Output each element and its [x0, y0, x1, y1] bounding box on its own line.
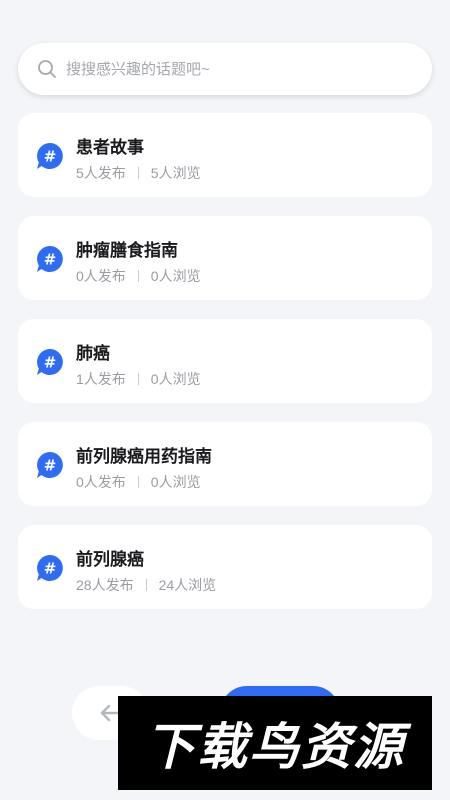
divider: [137, 476, 139, 488]
divider: [137, 270, 139, 282]
topic-post-count: 5人发布: [76, 165, 126, 181]
topic-view-count: 24人浏览: [158, 577, 217, 593]
topic-card[interactable]: # 前列腺癌用药指南 0人发布 0人浏览: [18, 422, 432, 506]
svg-text:#: #: [44, 560, 57, 578]
hashtag-icon: #: [37, 246, 63, 272]
topic-stats: 1人发布 0人浏览: [76, 369, 201, 389]
topic-post-count: 28人发布: [76, 577, 134, 593]
topic-card[interactable]: # 患者故事 5人发布 5人浏览: [18, 113, 432, 197]
svg-text:#: #: [44, 457, 57, 475]
topic-card[interactable]: # 肺癌 1人发布 0人浏览: [18, 319, 432, 403]
topic-list: # 患者故事 5人发布 5人浏览 # 肿瘤膳食指南 0人发布 0人浏览 # 肺癌…: [18, 113, 432, 628]
hashtag-icon: #: [37, 349, 63, 375]
topic-stats: 0人发布 0人浏览: [76, 266, 201, 286]
divider: [145, 579, 147, 591]
topic-view-count: 0人浏览: [150, 371, 201, 387]
topic-post-count: 0人发布: [76, 474, 126, 490]
topic-search-page: # 患者故事 5人发布 5人浏览 # 肿瘤膳食指南 0人发布 0人浏览: [0, 0, 450, 800]
search-input[interactable]: [64, 59, 398, 79]
topic-title: 前列腺癌用药指南: [76, 447, 212, 466]
topic-title: 患者故事: [76, 138, 144, 157]
topic-card[interactable]: # 肿瘤膳食指南 0人发布 0人浏览: [18, 216, 432, 300]
topic-view-count: 0人浏览: [150, 268, 201, 284]
topic-stats: 28人发布 24人浏览: [76, 575, 216, 595]
topic-title: 前列腺癌: [76, 550, 144, 569]
hashtag-icon: #: [37, 143, 63, 169]
topic-title: 肺癌: [76, 344, 110, 363]
topic-stats: 5人发布 5人浏览: [76, 163, 201, 183]
topic-title: 肿瘤膳食指南: [76, 241, 178, 260]
hashtag-icon: #: [37, 555, 63, 581]
divider: [137, 373, 139, 385]
svg-text:#: #: [44, 251, 57, 269]
topic-view-count: 5人浏览: [150, 165, 201, 181]
search-icon: [36, 58, 58, 80]
search-bar[interactable]: [18, 43, 432, 95]
svg-text:#: #: [44, 148, 57, 166]
divider: [137, 167, 139, 179]
topic-card[interactable]: # 前列腺癌 28人发布 24人浏览: [18, 525, 432, 609]
topic-view-count: 0人浏览: [150, 474, 201, 490]
topic-stats: 0人发布 0人浏览: [76, 472, 201, 492]
topic-post-count: 0人发布: [76, 268, 126, 284]
svg-text:#: #: [44, 354, 57, 372]
watermark-text: 下载鸟资源: [145, 718, 405, 776]
hashtag-icon: #: [37, 452, 63, 478]
watermark-logo: 下载鸟资源: [118, 696, 432, 790]
topic-post-count: 1人发布: [76, 371, 126, 387]
